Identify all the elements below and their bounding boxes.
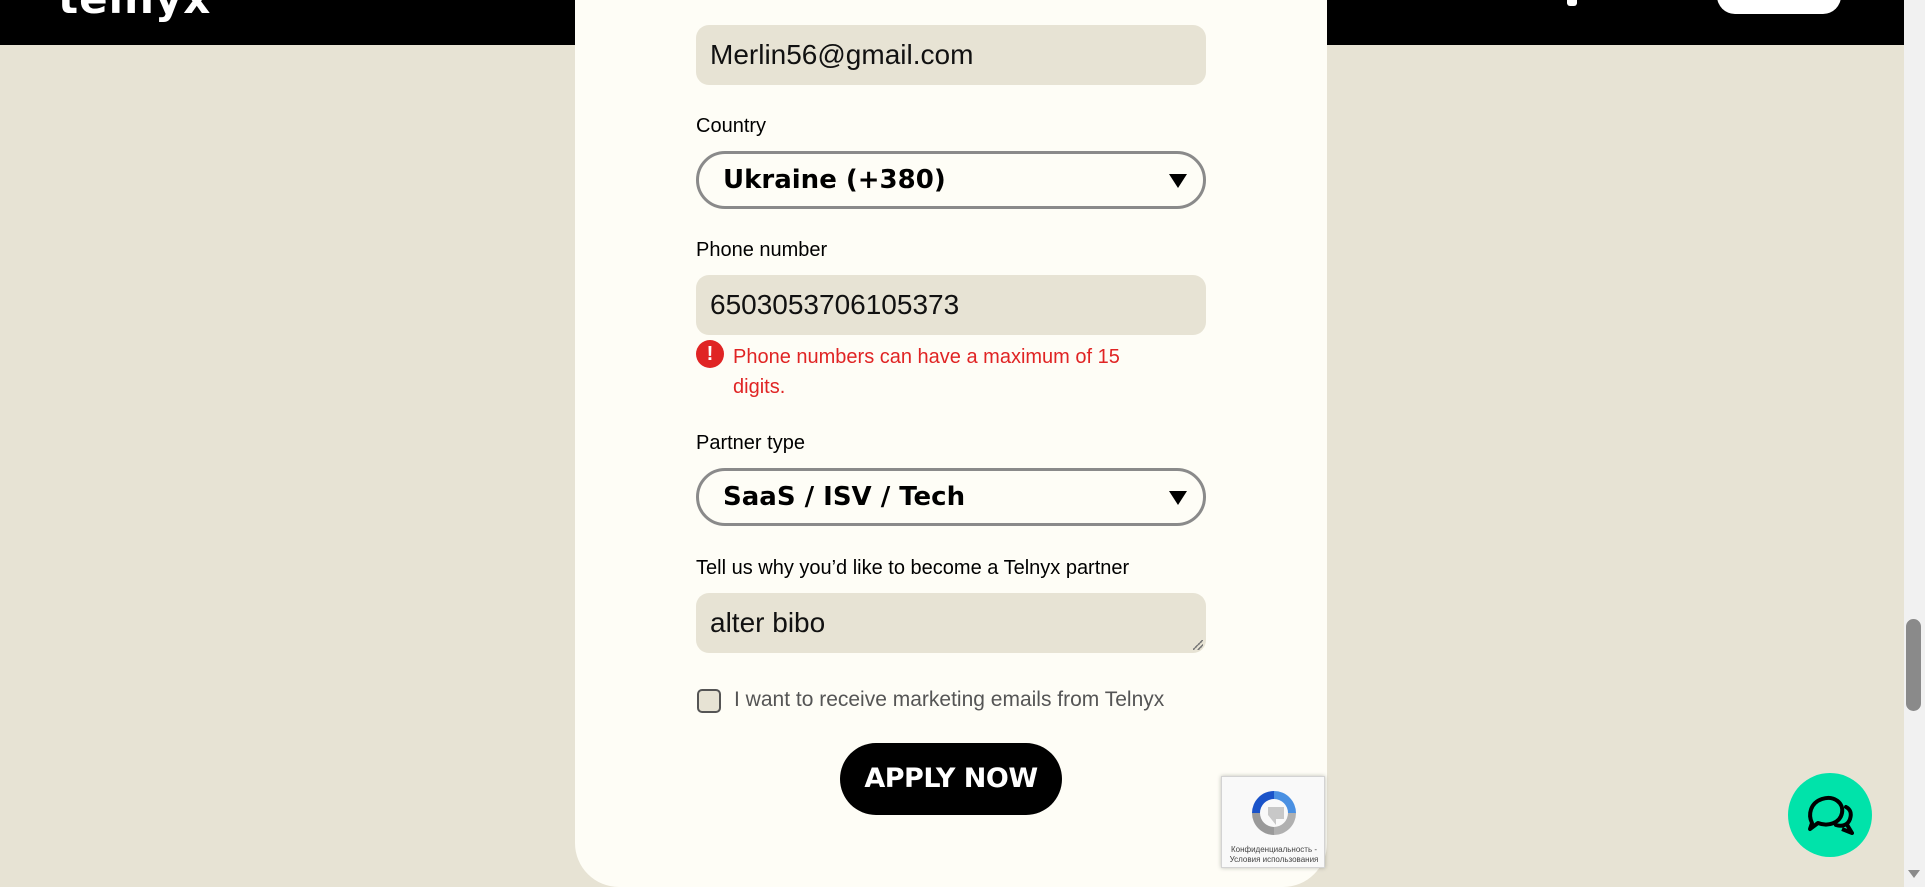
- reason-textarea-value: alter bibo: [710, 607, 826, 638]
- chat-bubbles-icon: [1808, 796, 1854, 835]
- partner-type-select[interactable]: SaaS / ISV / Tech: [696, 468, 1206, 526]
- country-select-value: Ukraine (+380): [723, 165, 946, 195]
- apply-now-button[interactable]: APPLY NOW: [840, 743, 1062, 815]
- partner-type-label: Partner type: [696, 432, 805, 454]
- resize-handle-icon[interactable]: [1193, 640, 1203, 650]
- scroll-down-arrow-icon[interactable]: [1908, 870, 1920, 878]
- email-field[interactable]: Merlin56@gmail.com: [696, 25, 1206, 85]
- phone-number-field[interactable]: 6503053706105373: [696, 275, 1206, 335]
- marketing-emails-checkbox[interactable]: [697, 689, 721, 713]
- country-select[interactable]: Ukraine (+380): [696, 151, 1206, 209]
- recaptcha-badge[interactable]: Конфиденциальность - Условия использован…: [1221, 776, 1325, 868]
- triangle-down-icon: [1169, 491, 1187, 505]
- phone-number-label: Phone number: [696, 239, 828, 261]
- exclamation-circle-icon: !: [696, 340, 724, 368]
- scrollbar-thumb[interactable]: [1906, 619, 1921, 711]
- reason-textarea[interactable]: alter bibo: [696, 593, 1206, 653]
- phone-error-text: Phone numbers can have a maximum of 15 d…: [733, 346, 1120, 398]
- marketing-emails-label[interactable]: I want to receive marketing emails from …: [734, 688, 1164, 712]
- country-label: Country: [696, 115, 767, 137]
- page-scrollbar[interactable]: [1904, 0, 1925, 887]
- triangle-down-icon: [1169, 174, 1187, 188]
- top-nav-button[interactable]: [1717, 0, 1841, 14]
- telnyx-logo[interactable]: telnyx: [58, 0, 211, 20]
- reason-label: Tell us why you’d like to become a Telny…: [696, 557, 1130, 579]
- partner-type-select-value: SaaS / ISV / Tech: [723, 482, 966, 512]
- recaptcha-logo-icon: [1252, 791, 1296, 835]
- recaptcha-links[interactable]: Конфиденциальность - Условия использован…: [1222, 845, 1326, 865]
- chat-widget-button[interactable]: [1788, 773, 1872, 857]
- nav-link-fragment[interactable]: [1567, 0, 1577, 6]
